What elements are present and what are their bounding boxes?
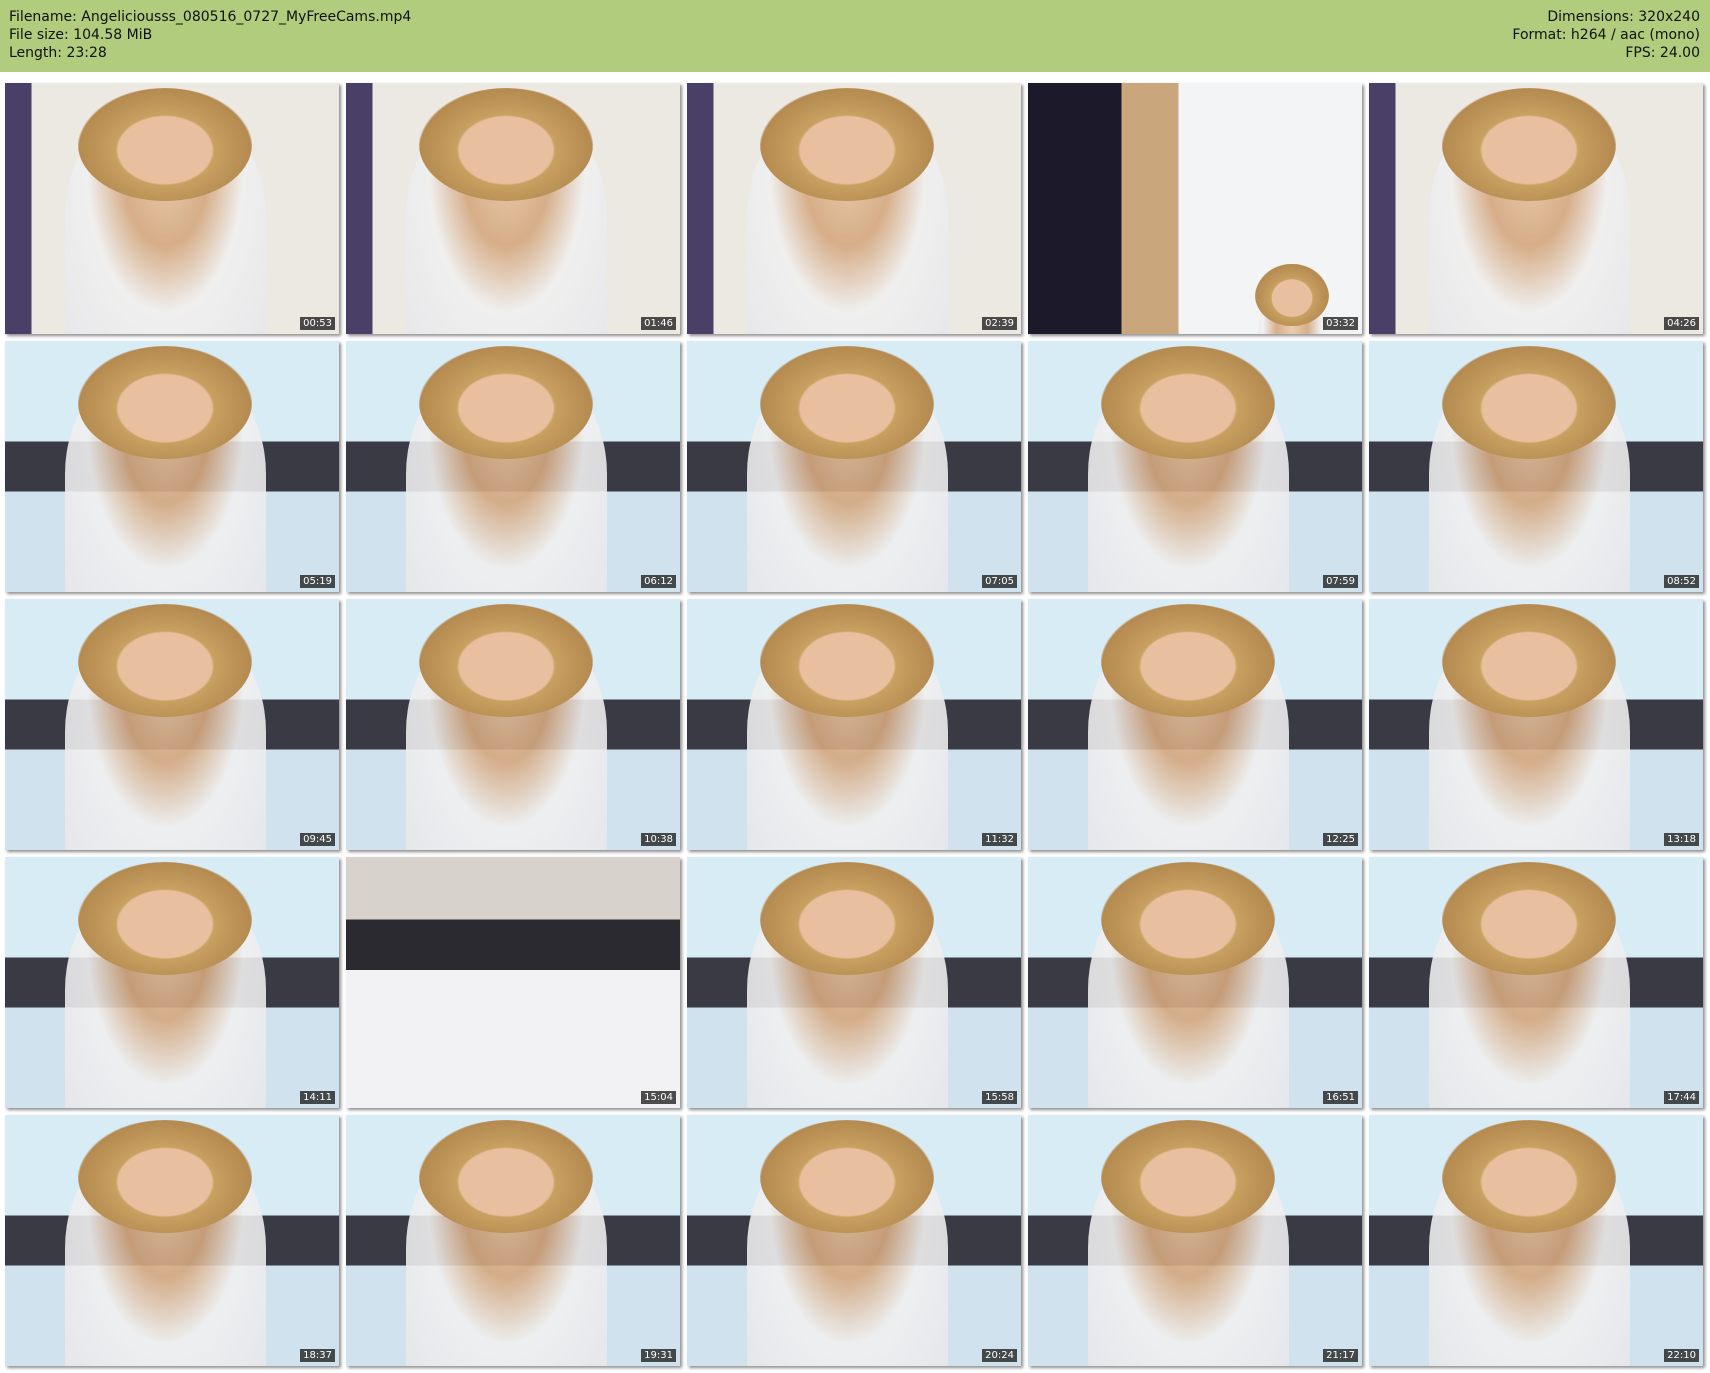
thumbnail-frame[interactable]: 11:32 — [687, 599, 1021, 850]
timestamp-label: 16:51 — [1323, 1091, 1358, 1104]
frame-subject-head — [760, 346, 935, 459]
thumbnail-frame[interactable]: 05:19 — [5, 341, 339, 592]
frame-subject-head — [419, 346, 594, 459]
timestamp-label: 18:37 — [300, 1349, 335, 1362]
frame-subject-head — [1101, 604, 1276, 717]
thumbnail-frame[interactable]: 07:05 — [687, 341, 1021, 592]
timestamp-label: 04:26 — [1664, 317, 1699, 330]
timestamp-label: 13:18 — [1664, 833, 1699, 846]
timestamp-label: 20:24 — [982, 1349, 1017, 1362]
thumbnail-frame[interactable]: 08:52 — [1369, 341, 1703, 592]
thumbnail-frame[interactable]: 12:25 — [1028, 599, 1362, 850]
frame-subject-head — [1442, 862, 1617, 975]
length: Length: 23:28 — [9, 45, 107, 61]
filename: Filename: Angeliciousss_080516_0727_MyFr… — [9, 9, 412, 25]
dimensions: Dimensions: 320x240 — [1547, 9, 1700, 25]
thumbnail-frame[interactable]: 09:45 — [5, 599, 339, 850]
frame-subject-head — [1101, 346, 1276, 459]
info-right: Dimensions: 320x240 Format: h264 / aac (… — [1512, 8, 1700, 62]
timestamp-label: 14:11 — [300, 1091, 335, 1104]
timestamp-label: 07:05 — [982, 575, 1017, 588]
frame-subject-head — [419, 1120, 594, 1233]
thumbnail-grid: 00:53 01:46 02:39 03:32 04:26 05:19 06:12 07:05… — [5, 83, 1703, 1366]
timestamp-label: 21:17 — [1323, 1349, 1358, 1362]
timestamp-label: 08:52 — [1664, 575, 1699, 588]
timestamp-label: 12:25 — [1323, 833, 1358, 846]
thumbnail-frame[interactable]: 00:53 — [5, 83, 339, 334]
thumbnail-frame[interactable]: 17:44 — [1369, 857, 1703, 1108]
thumbnail-frame[interactable]: 04:26 — [1369, 83, 1703, 334]
info-header: Filename: Angeliciousss_080516_0727_MyFr… — [0, 0, 1710, 72]
frame-subject-head — [78, 1120, 253, 1233]
frame-subject-head — [1442, 1120, 1617, 1233]
file-size: File size: 104.58 MiB — [9, 27, 153, 43]
info-left: Filename: Angeliciousss_080516_0727_MyFr… — [9, 8, 411, 62]
thumbnail-frame[interactable]: 02:39 — [687, 83, 1021, 334]
timestamp-label: 22:10 — [1664, 1349, 1699, 1362]
timestamp-label: 02:39 — [982, 317, 1017, 330]
format: Format: h264 / aac (mono) — [1512, 27, 1700, 43]
timestamp-label: 05:19 — [300, 575, 335, 588]
frame-subject-head — [419, 604, 594, 717]
timestamp-label: 17:44 — [1664, 1091, 1699, 1104]
thumbnail-frame[interactable]: 03:32 — [1028, 83, 1362, 334]
frame-subject-head — [419, 88, 594, 201]
timestamp-label: 09:45 — [300, 833, 335, 846]
frame-subject-head — [78, 346, 253, 459]
frame-subject-head — [760, 862, 935, 975]
timestamp-label: 00:53 — [300, 317, 335, 330]
timestamp-label: 06:12 — [641, 575, 676, 588]
thumbnail-frame[interactable]: 10:38 — [346, 599, 680, 850]
thumbnail-frame[interactable]: 13:18 — [1369, 599, 1703, 850]
timestamp-label: 10:38 — [641, 833, 676, 846]
thumbnail-frame[interactable]: 14:11 — [5, 857, 339, 1108]
timestamp-label: 01:46 — [641, 317, 676, 330]
frame-subject-head — [1101, 1120, 1276, 1233]
timestamp-label: 19:31 — [641, 1349, 676, 1362]
timestamp-label: 15:04 — [641, 1091, 676, 1104]
thumbnail-frame[interactable]: 20:24 — [687, 1115, 1021, 1366]
thumbnail-frame[interactable]: 21:17 — [1028, 1115, 1362, 1366]
thumbnail-frame[interactable]: 06:12 — [346, 341, 680, 592]
thumbnail-frame[interactable]: 01:46 — [346, 83, 680, 334]
thumbnail-frame[interactable]: 22:10 — [1369, 1115, 1703, 1366]
frame-subject-head — [1442, 88, 1617, 201]
timestamp-label: 15:58 — [982, 1091, 1017, 1104]
frame-image — [346, 857, 680, 1108]
thumbnail-frame[interactable]: 15:58 — [687, 857, 1021, 1108]
timestamp-label: 11:32 — [982, 833, 1017, 846]
frame-subject-head — [760, 1120, 935, 1233]
thumbnail-frame[interactable]: 18:37 — [5, 1115, 339, 1366]
timestamp-label: 03:32 — [1323, 317, 1358, 330]
frame-subject-head — [1442, 604, 1617, 717]
fps: FPS: 24.00 — [1625, 45, 1700, 61]
frame-subject-head — [1255, 263, 1329, 327]
frame-subject-head — [1101, 862, 1276, 975]
thumbnail-frame[interactable]: 19:31 — [346, 1115, 680, 1366]
frame-subject-head — [78, 88, 253, 201]
frame-subject-head — [760, 88, 935, 201]
frame-subject-head — [78, 604, 253, 717]
frame-subject-head — [760, 604, 935, 717]
frame-subject-head — [1442, 346, 1617, 459]
thumbnail-frame[interactable]: 15:04 — [346, 857, 680, 1108]
timestamp-label: 07:59 — [1323, 575, 1358, 588]
thumbnail-frame[interactable]: 07:59 — [1028, 341, 1362, 592]
frame-subject-head — [78, 862, 253, 975]
thumbnail-frame[interactable]: 16:51 — [1028, 857, 1362, 1108]
